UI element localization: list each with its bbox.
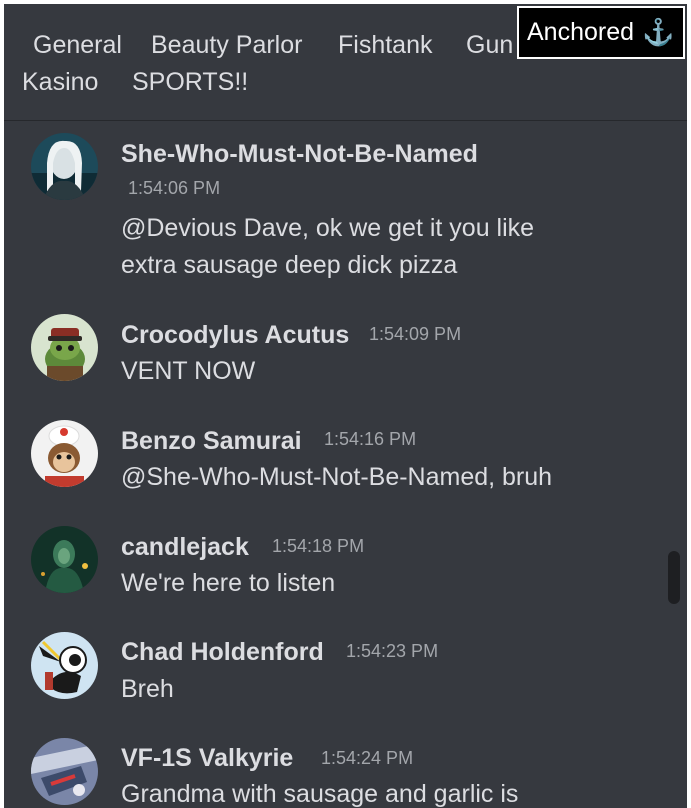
message-text-line: extra sausage deep dick pizza	[121, 251, 458, 279]
anchored-toggle-button[interactable]: Anchored ⚓	[517, 6, 685, 59]
message-text-line: Breh	[121, 675, 174, 703]
tab-beauty-parlor[interactable]: Beauty Parlor	[151, 30, 302, 60]
anchored-label: Anchored	[527, 18, 635, 46]
anchor-icon: ⚓	[642, 17, 675, 47]
cartoon-bird-icon	[31, 632, 98, 699]
message-username[interactable]: Benzo Samurai	[121, 426, 302, 456]
avatar[interactable]	[31, 133, 98, 200]
message-timestamp: 1:54:06 PM	[128, 178, 221, 198]
crocodile-officer-icon	[31, 314, 98, 381]
avatar[interactable]	[31, 420, 98, 487]
tab-kasino[interactable]: Kasino	[22, 67, 98, 97]
avatar[interactable]	[31, 632, 98, 699]
tab-sports[interactable]: SPORTS!!	[132, 67, 248, 97]
avatar[interactable]	[31, 526, 98, 593]
message-username[interactable]: Crocodylus Acutus	[121, 320, 349, 350]
avatar[interactable]	[31, 738, 98, 805]
avatar[interactable]	[31, 314, 98, 381]
message-timestamp: 1:54:16 PM	[324, 429, 417, 449]
message-username[interactable]: candlejack	[121, 532, 249, 562]
message-username[interactable]: She-Who-Must-Not-Be-Named	[121, 139, 478, 169]
tab-gun[interactable]: Gun	[466, 30, 513, 60]
message-text-line: @Devious Dave, ok we get it you like	[121, 214, 535, 242]
message-text-line: We're here to listen	[121, 569, 336, 597]
woman-portrait-icon	[31, 133, 98, 200]
message-username[interactable]: Chad Holdenford	[121, 637, 324, 667]
scrollbar-thumb[interactable]	[668, 551, 680, 604]
green-figure-icon	[31, 526, 98, 593]
robot-mecha-icon	[31, 738, 98, 805]
message-username[interactable]: VF-1S Valkyrie	[121, 743, 293, 773]
tab-general[interactable]: General	[33, 30, 122, 60]
monkey-chef-icon	[31, 420, 98, 487]
tab-fishtank[interactable]: Fishtank	[338, 30, 432, 60]
channel-tabs: General Beauty Parlor Fishtank Gun Kasin…	[4, 4, 687, 121]
message-timestamp: 1:54:23 PM	[346, 641, 439, 661]
message-timestamp: 1:54:18 PM	[272, 536, 365, 556]
message-timestamp: 1:54:09 PM	[369, 324, 462, 344]
message-text-line: Grandma with sausage and garlic is	[121, 780, 519, 808]
chat-window: General Beauty Parlor Fishtank Gun Kasin…	[4, 4, 687, 808]
message-text-line: @She-Who-Must-Not-Be-Named, bruh	[121, 463, 553, 491]
message-text-line: VENT NOW	[121, 357, 256, 385]
message-timestamp: 1:54:24 PM	[321, 748, 414, 768]
